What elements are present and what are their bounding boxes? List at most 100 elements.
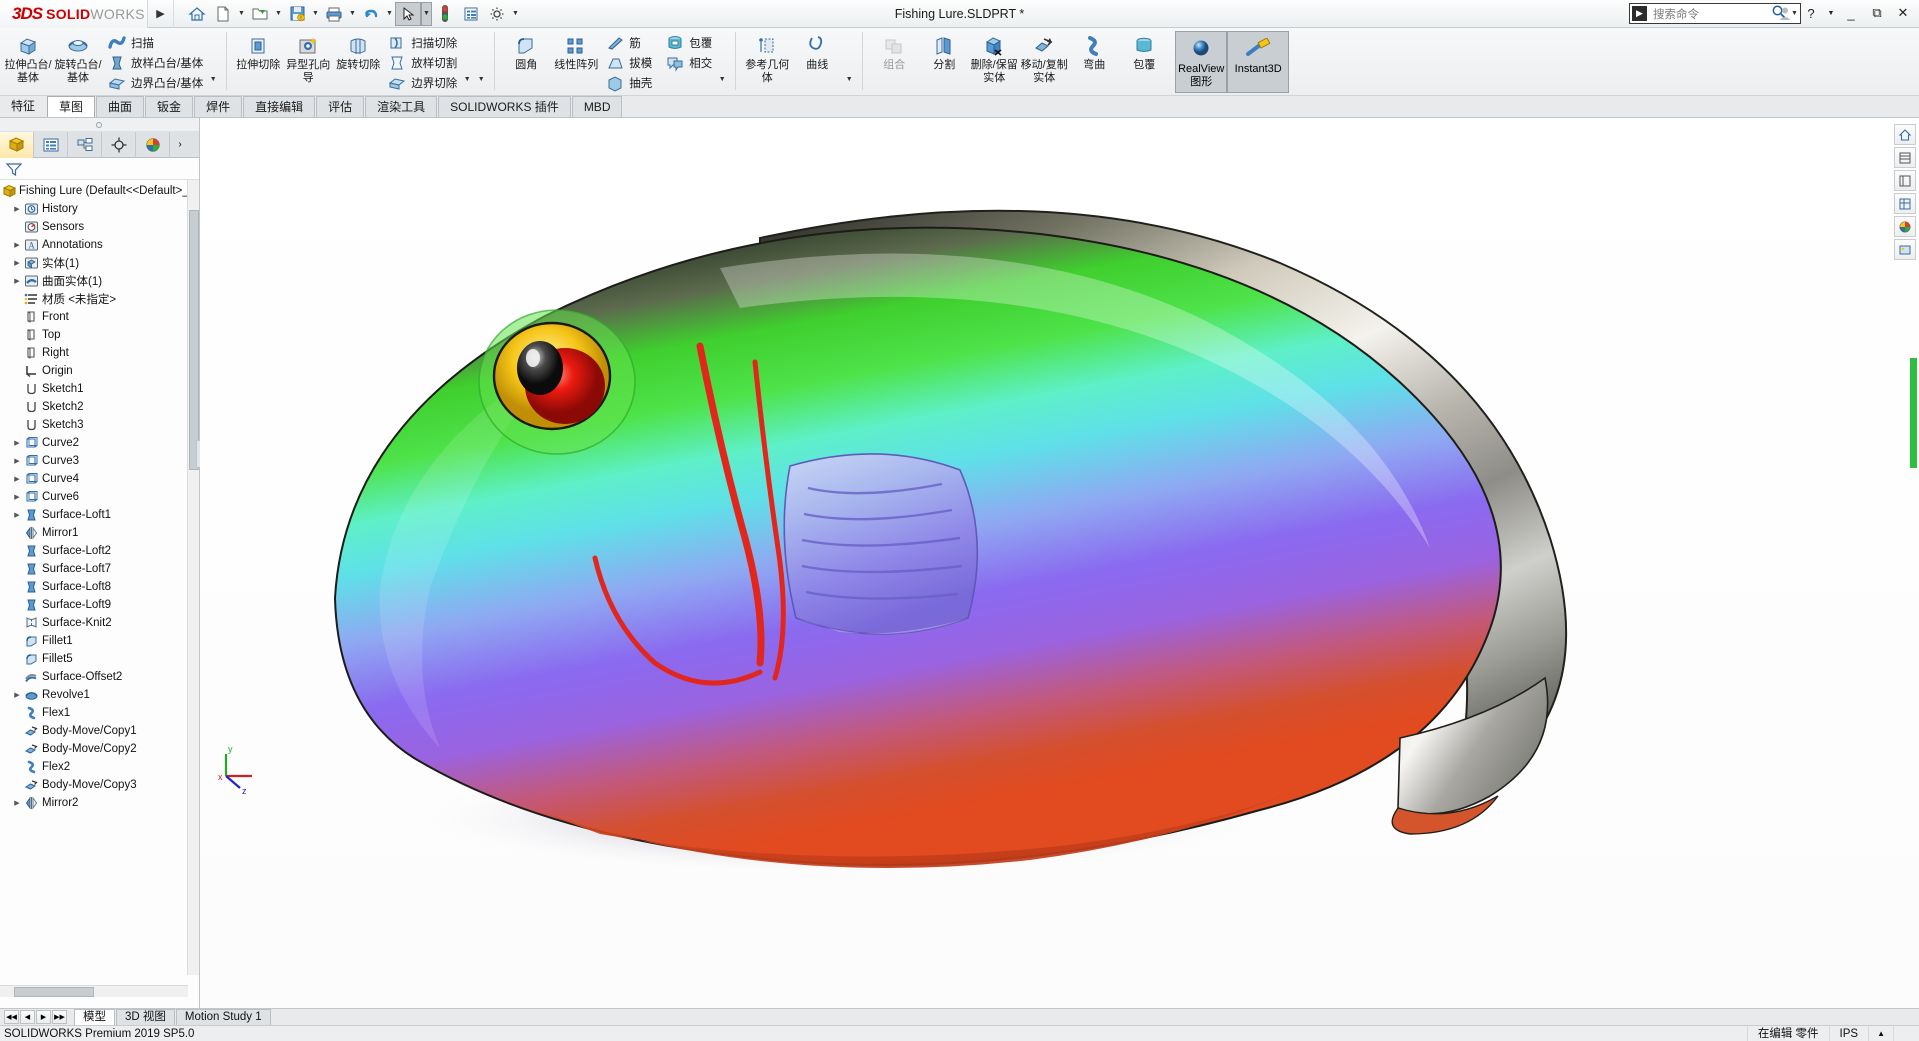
bottom-tab-motion-study[interactable]: Motion Study 1 <box>175 1009 271 1025</box>
tab-render-tools[interactable]: 渲染工具 <box>365 96 438 117</box>
tree-item[interactable]: Right <box>0 344 187 362</box>
tree-item[interactable]: Fillet5 <box>0 650 187 668</box>
fishing-lure-model[interactable]: x y z <box>200 118 1919 1009</box>
instant3d-toggle[interactable]: Instant3D <box>1227 31 1290 93</box>
base-features-dropdown[interactable]: ▼ <box>206 70 220 88</box>
hole-wizard-button[interactable]: 异型孔向导 <box>283 30 333 84</box>
tree-item[interactable]: ▶ 实体(1) <box>0 254 187 272</box>
undo-icon[interactable] <box>358 2 384 26</box>
tree-item[interactable]: ▶ 曲面实体(1) <box>0 272 187 290</box>
cut-features-dropdown-2[interactable]: ▼ <box>474 70 488 88</box>
revolve-cut-button[interactable]: 旋转切除 <box>333 30 383 72</box>
view-pane-icon[interactable] <box>1894 170 1916 191</box>
solidworks-logo[interactable]: 3DS SOLIDWORKS <box>0 0 148 28</box>
tree-expand-arrow[interactable]: ▶ <box>11 799 23 807</box>
tree-expand-arrow[interactable]: ▶ <box>11 493 23 501</box>
tree-expand-arrow[interactable]: ▶ <box>11 277 23 285</box>
help-dropdown[interactable]: ▼ <box>1825 2 1837 24</box>
shell-button[interactable]: 抽壳 <box>601 73 655 93</box>
tree-expand-arrow[interactable]: ▶ <box>11 241 23 249</box>
tab-nav-last[interactable]: ▶▶ <box>52 1010 67 1024</box>
select-cursor-icon[interactable] <box>395 1 421 26</box>
flex-button[interactable]: 弯曲 <box>1069 30 1119 72</box>
new-document-icon[interactable] <box>210 2 236 26</box>
tree-item[interactable]: Top <box>0 326 187 344</box>
view-scene-icon[interactable] <box>1894 239 1916 260</box>
feature-tree[interactable]: Fishing Lure (Default<<Default>_ ▶ History… <box>0 180 187 987</box>
tree-item[interactable]: Sketch2 <box>0 398 187 416</box>
status-units-dropdown[interactable]: ▲ <box>1868 1025 1893 1041</box>
tree-scroll-thumb[interactable] <box>189 210 199 470</box>
help-icon[interactable]: ? <box>1799 2 1823 24</box>
tab-nav-prev[interactable]: ◀ <box>20 1010 35 1024</box>
minimize-button[interactable]: _ <box>1839 2 1863 24</box>
print-icon[interactable] <box>321 2 347 26</box>
tree-item[interactable]: Sketch1 <box>0 380 187 398</box>
tree-item[interactable]: Surface-Loft2 <box>0 542 187 560</box>
tab-evaluate[interactable]: 评估 <box>316 96 365 117</box>
boundary-cut-button[interactable]: 边界切除 <box>383 73 460 93</box>
tree-item[interactable]: Sensors <box>0 218 187 236</box>
intersect-button[interactable]: 相交 <box>661 53 715 73</box>
tree-item[interactable]: Fillet1 <box>0 632 187 650</box>
boundary-boss-button[interactable]: 边界凸台/基体 <box>103 73 206 93</box>
tree-item[interactable]: ▶ A Annotations <box>0 236 187 254</box>
save-icon[interactable]: ! <box>284 2 310 26</box>
tree-expand-arrow[interactable]: ▶ <box>11 457 23 465</box>
realview-graphics-toggle[interactable]: RealView 图形 <box>1175 31 1228 93</box>
bottom-tab-model[interactable]: 模型 <box>74 1009 115 1025</box>
status-resize-grip[interactable] <box>1893 1025 1919 1041</box>
options-gear-icon[interactable] <box>484 2 510 26</box>
view-grid-icon[interactable] <box>1894 193 1916 214</box>
tree-item[interactable]: ▶ Mirror2 <box>0 794 187 812</box>
tree-item[interactable]: Sketch3 <box>0 416 187 434</box>
tree-item[interactable]: Flex1 <box>0 704 187 722</box>
tab-weldments[interactable]: 焊件 <box>194 96 243 117</box>
tree-item[interactable]: Body-Move/Copy1 <box>0 722 187 740</box>
tab-nav-next[interactable]: ▶ <box>36 1010 51 1024</box>
delete-keep-body-button[interactable]: 删除/保留实体 <box>969 30 1019 84</box>
curves-button[interactable]: 曲线 <box>792 30 842 72</box>
fillet-button[interactable]: 圆角 <box>501 30 551 72</box>
tab-features[interactable]: 特征 <box>0 96 46 117</box>
linear-pattern-button[interactable]: 线性阵列 <box>551 30 601 72</box>
open-folder-icon[interactable] <box>247 2 273 26</box>
file-properties-icon[interactable] <box>458 2 484 26</box>
user-account-icon[interactable] <box>1773 2 1797 24</box>
wrap2-button[interactable]: 包覆 <box>1119 30 1169 72</box>
restore-button[interactable]: ⧉ <box>1865 2 1889 24</box>
wrap-button[interactable]: 包覆 <box>661 33 715 53</box>
tree-expand-arrow[interactable]: ▶ <box>11 259 23 267</box>
lofted-boss-button[interactable]: 放样凸台/基体 <box>103 53 206 73</box>
print-dropdown[interactable]: ▼ <box>347 2 358 26</box>
rebuild-icon[interactable] <box>432 2 458 26</box>
viewport-scroll-indicator[interactable] <box>1910 358 1917 468</box>
swept-boss-button[interactable]: 扫描 <box>103 33 206 53</box>
display-manager-tab[interactable] <box>136 132 170 158</box>
tab-direct-editing[interactable]: 直接编辑 <box>243 96 316 117</box>
extrude-cut-button[interactable]: 拉伸切除 <box>233 30 283 72</box>
tree-expand-arrow[interactable]: ▶ <box>11 475 23 483</box>
cut-features-dropdown[interactable]: ▼ <box>460 70 474 88</box>
open-dropdown[interactable]: ▼ <box>273 2 284 26</box>
tree-item[interactable]: 材质 <未指定> <box>0 290 187 308</box>
view-list-icon[interactable] <box>1894 147 1916 168</box>
graphics-viewport[interactable]: x y z <box>200 118 1919 1009</box>
dimxpert-manager-tab[interactable] <box>102 132 136 158</box>
tree-item[interactable]: Mirror1 <box>0 524 187 542</box>
tree-item[interactable]: Front <box>0 308 187 326</box>
tree-item[interactable]: Surface-Loft9 <box>0 596 187 614</box>
tree-item[interactable]: Surface-Offset2 <box>0 668 187 686</box>
tab-sketch[interactable]: 草图 <box>47 96 96 117</box>
lofted-cut-button[interactable]: 放样切割 <box>383 53 460 73</box>
tab-surfaces[interactable]: 曲面 <box>96 96 145 117</box>
tab-nav-first[interactable]: ◀◀ <box>4 1010 19 1024</box>
tree-item[interactable]: Body-Move/Copy3 <box>0 776 187 794</box>
tree-item[interactable]: Surface-Loft7 <box>0 560 187 578</box>
reference-geometry-button[interactable]: 参考几何体 <box>742 30 792 84</box>
feature-manager-tab[interactable] <box>0 132 34 158</box>
undo-dropdown[interactable]: ▼ <box>384 2 395 26</box>
tree-item[interactable]: ▶ Revolve1 <box>0 686 187 704</box>
rib-button[interactable]: 筋 <box>601 33 655 53</box>
view-appearance-icon[interactable] <box>1894 216 1916 237</box>
